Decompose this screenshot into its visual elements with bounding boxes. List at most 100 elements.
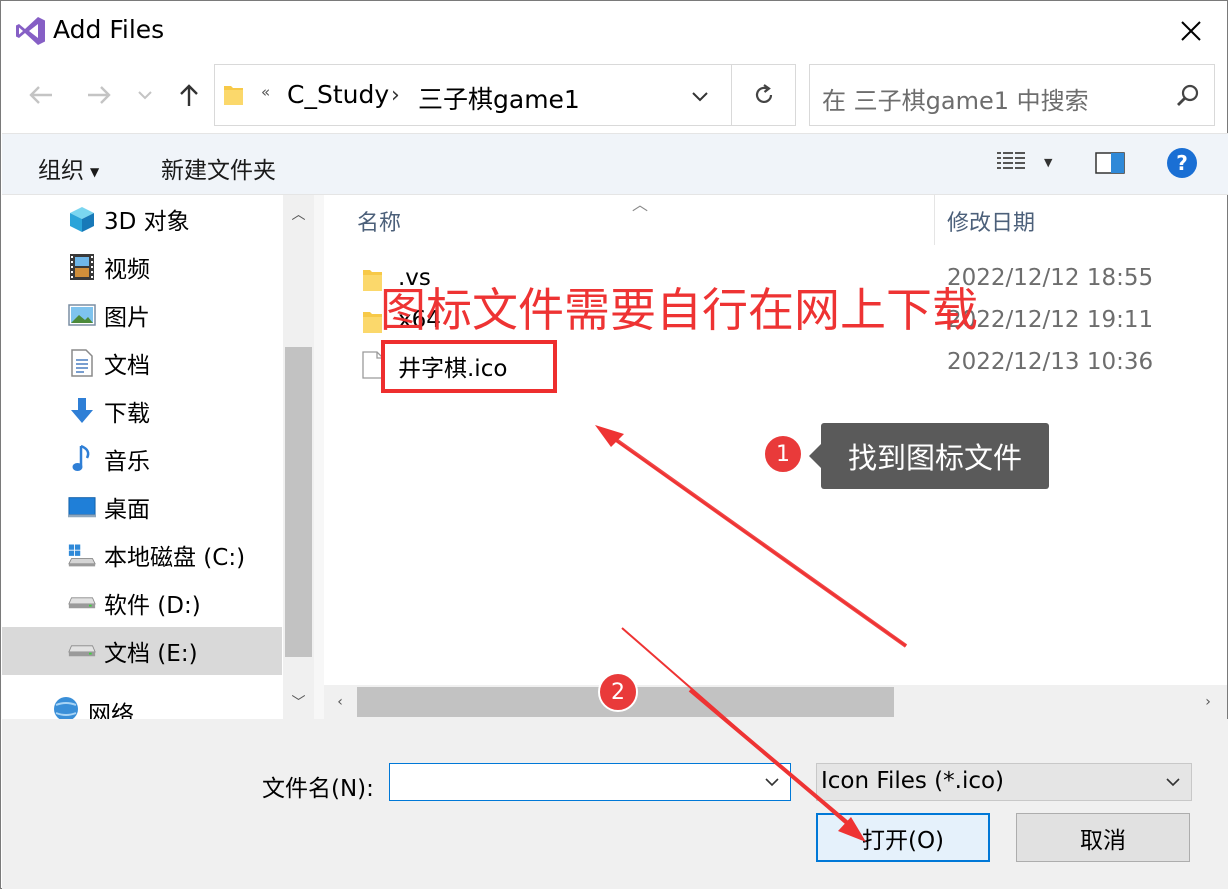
- column-separator[interactable]: [934, 195, 935, 245]
- music-icon: [68, 444, 96, 473]
- file-type-select[interactable]: Icon Files (*.ico): [816, 763, 1192, 801]
- organize-button[interactable]: 组织 ▼: [38, 151, 99, 185]
- help-button[interactable]: ?: [1167, 148, 1197, 178]
- sidebar-item-label: 文档 (E:): [104, 641, 198, 667]
- sort-ascending-icon: ︿: [632, 195, 649, 214]
- chevron-down-icon: [765, 777, 779, 786]
- arrow-left-icon: [29, 86, 52, 104]
- network-icon: [52, 695, 80, 719]
- address-dropdown-button[interactable]: [685, 81, 715, 111]
- refresh-icon: [755, 84, 772, 104]
- desktop-icon: [68, 493, 96, 521]
- scrollbar-thumb[interactable]: [357, 687, 894, 717]
- navigation-pane: 3D 对象 视频 图片 文档 下载 音乐 桌面 本地磁盘 (C:) 软件 (D:…: [2, 195, 314, 719]
- cube-3d-icon: [68, 205, 96, 233]
- sidebar-item-desktop[interactable]: 桌面: [2, 483, 282, 531]
- folder-icon: [362, 309, 384, 339]
- search-icon[interactable]: [1176, 83, 1200, 111]
- filename-combobox[interactable]: [389, 763, 791, 801]
- sidebar-item-music[interactable]: 音乐: [2, 435, 282, 483]
- filename-label: 文件名(N):: [262, 776, 374, 802]
- scroll-right-button[interactable]: ›: [1192, 685, 1224, 719]
- sidebar-item-network[interactable]: 网络: [2, 689, 282, 719]
- sidebar-item-drive-d[interactable]: 软件 (D:): [2, 579, 282, 627]
- breadcrumb-separator[interactable]: ›: [391, 83, 400, 108]
- picture-icon: [68, 301, 96, 329]
- sidebar-scrollbar[interactable]: ︿ ﹀: [283, 195, 314, 719]
- pane-splitter[interactable]: [314, 195, 324, 719]
- file-type-dropdown-button[interactable]: [1161, 768, 1185, 796]
- file-row[interactable]: x64 2022/12/12 19:11: [324, 303, 1204, 343]
- chevron-down-icon: [1166, 777, 1180, 786]
- file-name: 井字棋.ico: [398, 356, 508, 382]
- sidebar-item-label: 视频: [104, 257, 150, 283]
- preview-pane-icon: [1095, 152, 1125, 174]
- sidebar-item-pictures[interactable]: 图片: [2, 291, 282, 339]
- arrow-right-icon: [88, 86, 111, 104]
- scrollbar-thumb[interactable]: [285, 347, 312, 657]
- folder-icon: [223, 83, 245, 111]
- forward-button[interactable]: [81, 75, 117, 115]
- sidebar-item-videos[interactable]: 视频: [2, 243, 282, 291]
- new-folder-button[interactable]: 新建文件夹: [161, 151, 276, 185]
- breadcrumb-c-study[interactable]: C_Study: [287, 80, 389, 109]
- drive-icon: [68, 589, 96, 617]
- title-bar: Add Files: [1, 1, 1227, 61]
- window-title: Add Files: [53, 15, 165, 44]
- folder-icon: [362, 267, 384, 297]
- scroll-down-button[interactable]: ﹀: [283, 687, 314, 717]
- filename-dropdown-button[interactable]: [760, 768, 784, 796]
- scroll-left-button[interactable]: ‹: [324, 685, 356, 719]
- address-overflow[interactable]: «: [261, 83, 270, 101]
- caret-down-icon[interactable]: ▼: [1044, 156, 1052, 169]
- recent-locations-button[interactable]: [131, 75, 159, 115]
- file-icon: [362, 351, 384, 383]
- column-header-name[interactable]: 名称: [357, 205, 401, 237]
- command-bar: 组织 ▼ 新建文件夹 ▼ ?: [2, 133, 1228, 195]
- sidebar-item-label: 图片: [104, 305, 150, 331]
- arrow-up-icon: [180, 84, 198, 106]
- sidebar-item-label: 文档: [104, 353, 150, 379]
- sidebar-item-local-disk-c[interactable]: 本地磁盘 (C:): [2, 531, 282, 579]
- document-icon: [68, 349, 96, 377]
- sidebar-item-label: 网络: [88, 702, 134, 719]
- sidebar-item-label: 音乐: [104, 449, 150, 475]
- refresh-button[interactable]: [732, 64, 796, 126]
- file-list: ︿ 名称 修改日期 .vs 2022/12/12 18:55 x64 2022/…: [324, 195, 1227, 719]
- sidebar-item-documents[interactable]: 文档: [2, 339, 282, 387]
- close-button[interactable]: [1161, 9, 1221, 53]
- file-name: .vs: [398, 265, 431, 291]
- file-modified: 2022/12/12 19:11: [947, 307, 1154, 333]
- address-bar[interactable]: « C_Study › 三子棋game1: [214, 64, 732, 126]
- search-input[interactable]: 在 三子棋game1 中搜索: [822, 81, 1089, 116]
- file-type-value: Icon Files (*.ico): [821, 768, 1005, 794]
- sidebar-item-downloads[interactable]: 下载: [2, 387, 282, 435]
- file-list-hscrollbar[interactable]: ‹ ›: [324, 685, 1227, 719]
- change-view-button[interactable]: ▼: [996, 150, 1052, 174]
- add-files-dialog: Add Files « C_Study › 三子棋game1 在 三子棋game…: [0, 0, 1228, 889]
- chevron-down-icon: [692, 91, 708, 101]
- search-box[interactable]: 在 三子棋game1 中搜索: [809, 64, 1215, 126]
- sidebar-item-label: 下载: [104, 401, 150, 427]
- close-icon: [1181, 21, 1201, 41]
- file-name: x64: [398, 307, 441, 333]
- file-modified: 2022/12/12 18:55: [947, 265, 1154, 291]
- preview-pane-button[interactable]: [1095, 152, 1125, 174]
- open-button[interactable]: 打开(O): [816, 813, 990, 862]
- breadcrumb-current-folder[interactable]: 三子棋game1: [418, 80, 580, 116]
- cancel-button[interactable]: 取消: [1016, 813, 1190, 862]
- video-icon: [68, 253, 96, 281]
- sidebar-item-drive-e[interactable]: 文档 (E:): [2, 627, 282, 675]
- download-icon: [68, 397, 96, 425]
- sidebar-item-3d-objects[interactable]: 3D 对象: [2, 195, 282, 243]
- visual-studio-icon: [15, 15, 47, 47]
- up-button[interactable]: [171, 75, 207, 115]
- sidebar-item-label: 软件 (D:): [104, 593, 201, 619]
- back-button[interactable]: [23, 75, 59, 115]
- sidebar-item-label: 3D 对象: [104, 209, 190, 235]
- scroll-up-button[interactable]: ︿: [283, 199, 314, 229]
- file-row[interactable]: .vs 2022/12/12 18:55: [324, 261, 1204, 301]
- column-header-modified[interactable]: 修改日期: [947, 205, 1035, 237]
- file-row[interactable]: 井字棋.ico 2022/12/13 10:36: [324, 345, 1204, 385]
- sidebar-item-label: 本地磁盘 (C:): [104, 545, 246, 571]
